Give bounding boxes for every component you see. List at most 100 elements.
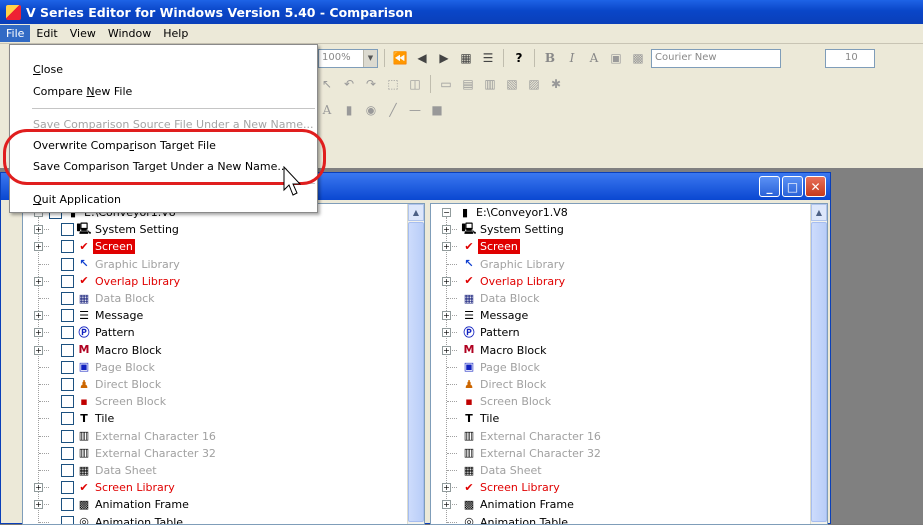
tree-item[interactable]: ♟ Direct Block — [23, 376, 407, 393]
tree-item[interactable]: + ✔ Screen Library — [23, 479, 407, 496]
tree-item[interactable]: + M Macro Block — [431, 342, 810, 359]
pointer-icon[interactable]: ↖ — [318, 75, 336, 93]
tree-checkbox[interactable] — [61, 412, 74, 426]
tree-item[interactable]: ▥ External Character 32 — [431, 445, 810, 462]
font-combo[interactable]: Courier New — [651, 48, 781, 68]
text-color-icon[interactable]: A — [318, 101, 336, 119]
expand-icon[interactable]: + — [442, 242, 451, 252]
tree-checkbox[interactable] — [61, 257, 74, 271]
arrow-right-icon[interactable]: ▶ — [435, 49, 453, 67]
tree-item[interactable]: + M Macro Block — [23, 342, 407, 359]
expand-icon[interactable]: + — [442, 483, 451, 493]
undo-icon[interactable]: ↶ — [340, 75, 358, 93]
save-icon[interactable]: ▤ — [459, 75, 477, 93]
tree-item[interactable]: ↖ Graphic Library — [23, 256, 407, 273]
tree-item[interactable]: ▪ Screen Block — [431, 393, 810, 410]
scroll-thumb[interactable] — [811, 222, 827, 522]
tree-item[interactable]: + ☰ Message — [431, 307, 810, 324]
bold-icon[interactable]: B — [541, 49, 559, 67]
menu-item-quit[interactable]: Quit Application — [10, 189, 317, 210]
tree-item[interactable]: + ▩ Animation Frame — [23, 496, 407, 513]
menu-file[interactable]: File — [0, 25, 31, 42]
tree-item[interactable]: T Tile — [23, 410, 407, 427]
tree-checkbox[interactable] — [61, 360, 74, 374]
tree-item[interactable]: ▥ External Character 16 — [23, 428, 407, 445]
fill-icon[interactable]: ▮ — [340, 101, 358, 119]
tree-item[interactable]: + ✔ Screen — [23, 238, 407, 255]
tree-checkbox[interactable] — [61, 223, 74, 237]
redo-icon[interactable]: ↷ — [362, 75, 380, 93]
tree-item[interactable]: + 🖳 System Setting — [431, 221, 810, 238]
tree-item[interactable]: + ☰ Message — [23, 307, 407, 324]
list-icon[interactable]: ☰ — [479, 49, 497, 67]
tree-item[interactable]: ▦ Data Block — [23, 290, 407, 307]
tree-item[interactable]: + ✔ Screen Library — [431, 479, 810, 496]
expand-icon[interactable]: + — [34, 328, 43, 338]
tree-item[interactable]: ▣ Page Block — [23, 359, 407, 376]
tree-checkbox[interactable] — [61, 240, 74, 254]
print-icon[interactable]: ▥ — [481, 75, 499, 93]
target-tree-pane[interactable]: − ▮ E:\Conveyor1.V8 + 🖳 System Setting + ✔ Scree… — [430, 203, 828, 525]
chevron-down-icon[interactable]: ▼ — [363, 49, 377, 67]
maximize-icon[interactable]: □ — [782, 176, 803, 197]
expand-icon[interactable]: + — [442, 345, 451, 355]
text-box-icon[interactable]: ▣ — [607, 49, 625, 67]
font-size-combo[interactable]: 10 — [825, 48, 875, 68]
expand-icon[interactable]: + — [34, 500, 43, 510]
tree-item[interactable]: + Ⓟ Pattern — [23, 324, 407, 341]
tree-checkbox[interactable] — [61, 378, 74, 391]
font-color-icon[interactable]: A — [585, 49, 603, 67]
layer-icon[interactable]: ◫ — [406, 75, 424, 93]
tree-item[interactable]: + ▩ Animation Frame — [431, 496, 810, 513]
tree-checkbox[interactable] — [61, 274, 74, 288]
tool-icon[interactable]: ✱ — [547, 75, 565, 93]
transfer-icon[interactable]: ▨ — [525, 75, 543, 93]
tree-checkbox[interactable] — [61, 481, 74, 495]
expand-icon[interactable]: + — [442, 328, 451, 338]
expand-icon[interactable]: + — [34, 483, 43, 493]
tree-item[interactable]: ▪ Screen Block — [23, 393, 407, 410]
tree-item[interactable]: ▥ External Character 32 — [23, 445, 407, 462]
menu-item-close[interactable]: Close — [10, 59, 317, 80]
expand-icon[interactable]: + — [34, 311, 43, 321]
source-tree-pane[interactable]: −▮E:\Conveyor1.V8+🖳System Setting+✔Scree… — [22, 203, 425, 525]
expand-icon[interactable]: + — [34, 345, 43, 355]
close-icon[interactable]: ✕ — [805, 176, 826, 197]
tree-checkbox[interactable] — [61, 498, 74, 512]
scroll-thumb[interactable] — [408, 222, 424, 522]
source-tree[interactable]: −▮E:\Conveyor1.V8+🖳System Setting+✔Scree… — [23, 204, 407, 524]
tree-checkbox[interactable] — [61, 446, 74, 460]
expand-icon[interactable]: + — [442, 276, 451, 286]
preview-icon[interactable]: ▧ — [503, 75, 521, 93]
text-style-icon[interactable]: ▩ — [629, 49, 647, 67]
expand-icon[interactable]: + — [442, 500, 451, 510]
tree-item[interactable]: ♟ Direct Block — [431, 376, 810, 393]
tree-item[interactable]: + 🖳 System Setting — [23, 221, 407, 238]
tree-item[interactable]: + Ⓟ Pattern — [431, 324, 810, 341]
menu-item-compare-new-file[interactable]: Compare New File — [10, 81, 317, 102]
tree-checkbox[interactable] — [61, 326, 74, 340]
tree-item[interactable]: ▥ External Character 16 — [431, 428, 810, 445]
rewind-icon[interactable]: ⏪ — [391, 49, 409, 67]
tree-item[interactable]: ▦ Data Block — [431, 290, 810, 307]
expand-icon[interactable]: + — [442, 311, 451, 321]
help-icon[interactable]: ? — [510, 49, 528, 67]
tree-checkbox[interactable] — [61, 343, 74, 357]
italic-icon[interactable]: I — [563, 49, 581, 67]
tree-item[interactable]: + ✔ Overlap Library — [431, 273, 810, 290]
source-scrollbar[interactable]: ▲ — [407, 204, 424, 524]
minimize-icon[interactable]: _ — [759, 176, 780, 197]
grid-icon[interactable]: ▦ — [457, 49, 475, 67]
open-icon[interactable]: ▭ — [437, 75, 455, 93]
line-icon[interactable]: ╱ — [384, 101, 402, 119]
expand-icon[interactable]: + — [34, 276, 43, 286]
tree-item[interactable]: + ✔ Screen — [431, 238, 810, 255]
tree-checkbox[interactable] — [61, 395, 74, 409]
expand-icon[interactable]: + — [34, 225, 43, 235]
menu-edit[interactable]: Edit — [30, 25, 63, 42]
scroll-up-icon[interactable]: ▲ — [408, 204, 424, 221]
arrow-left-icon[interactable]: ◀ — [413, 49, 431, 67]
tree-item[interactable]: T Tile — [431, 410, 810, 427]
menu-help[interactable]: Help — [157, 25, 194, 42]
scroll-up-icon[interactable]: ▲ — [811, 204, 827, 221]
